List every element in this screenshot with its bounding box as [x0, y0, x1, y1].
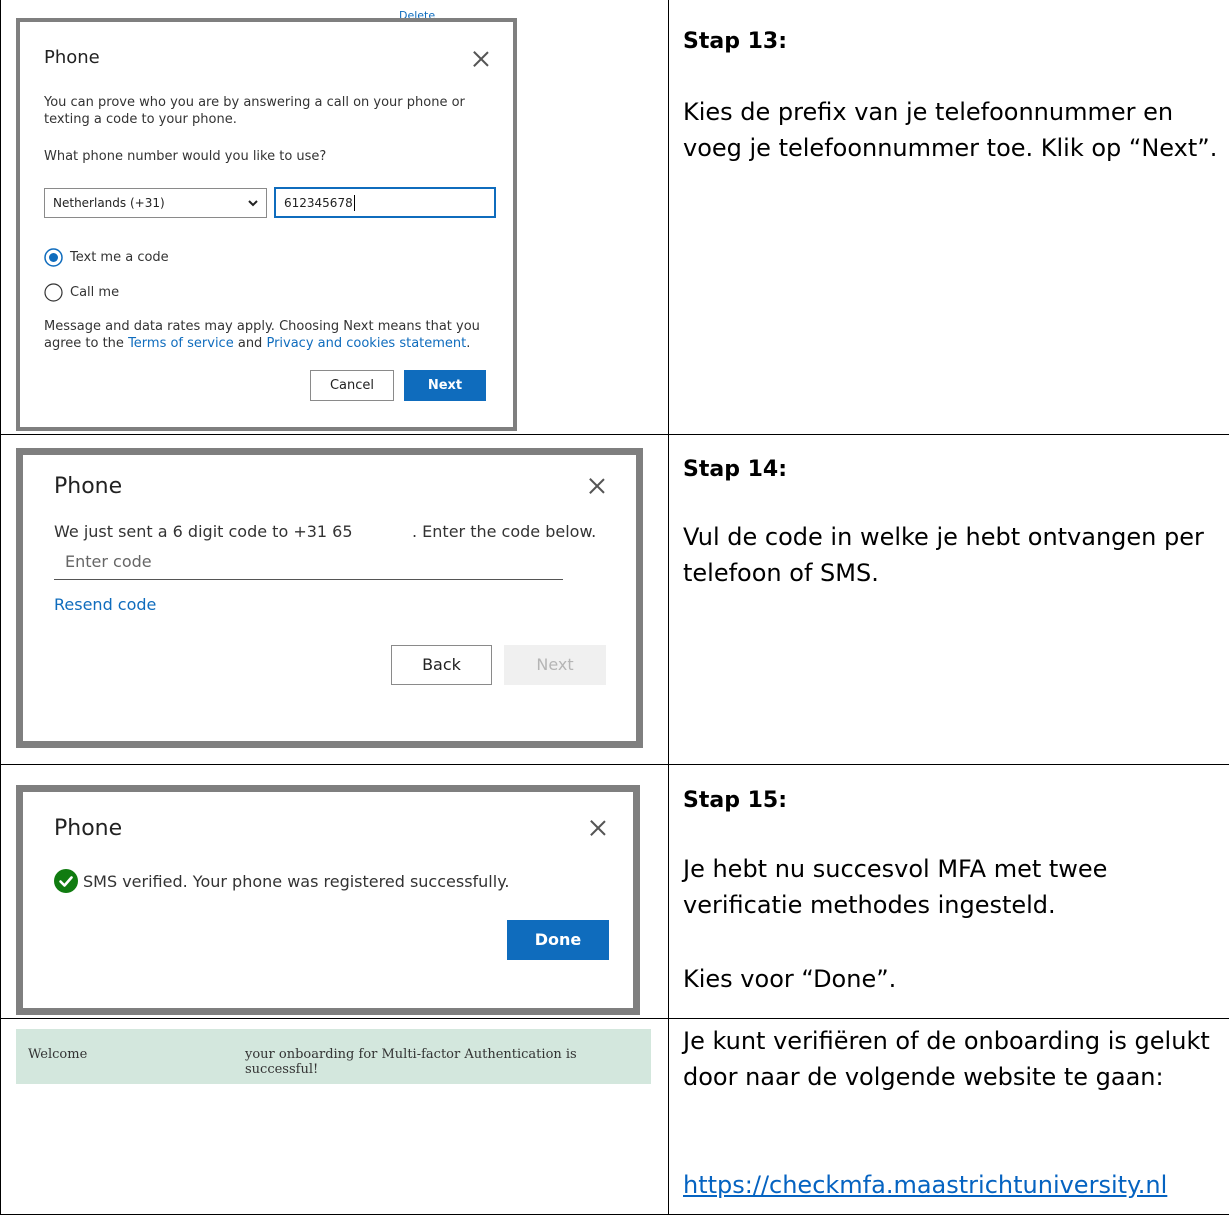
final-body: Je kunt verifiëren of de onboarding is g…	[683, 1023, 1221, 1095]
row-step-15: Phone SMS verified. Your phone was regis…	[1, 764, 1229, 1018]
final-text-cell: Je kunt verifiëren of de onboarding is g…	[669, 1018, 1229, 1214]
radio-text-me[interactable]: Text me a code	[44, 248, 169, 267]
sent-code-text: We just sent a 6 digit code to +31 65	[54, 522, 353, 541]
radio-call-me-label: Call me	[70, 285, 119, 300]
row-final-check: Welcome your onboarding for Multi-factor…	[1, 1018, 1229, 1214]
terms-link[interactable]: Terms of service	[128, 336, 234, 351]
banner-welcome: Welcome	[28, 1047, 87, 1062]
code-input[interactable]: Enter code	[54, 548, 563, 580]
disclaimer-text: Message and data rates may apply. Choosi…	[44, 318, 494, 352]
disclaimer-period: .	[466, 336, 470, 351]
checkmfa-link[interactable]: https://checkmfa.maastrichtuniversity.nl	[683, 1171, 1167, 1199]
step14-heading: Stap 14:	[683, 457, 787, 482]
step15-heading: Stap 15:	[683, 788, 787, 813]
instruction-table: Delete Phone You can prove who you are b…	[0, 0, 1229, 1215]
phone-question: What phone number would you like to use?	[44, 149, 326, 164]
disclaimer-and: and	[234, 336, 267, 351]
banner-message: your onboarding for Multi-factor Authent…	[245, 1047, 651, 1077]
step14-text-cell: Stap 14: Vul de code in welke je hebt on…	[669, 434, 1229, 764]
final-link-wrap: https://checkmfa.maastrichtuniversity.nl	[683, 1167, 1221, 1203]
dialog-intro: You can prove who you are by answering a…	[44, 94, 484, 128]
success-check-icon	[54, 869, 78, 893]
next-button-disabled[interactable]: Next	[504, 645, 606, 685]
phone-dialog-step14: Phone We just sent a 6 digit code to +31…	[16, 448, 643, 748]
step13-body: Kies de prefix van je telefoonnummer en …	[683, 94, 1221, 166]
dialog-title: Phone	[44, 47, 100, 68]
dialog-title: Phone	[54, 816, 122, 841]
resend-code-link[interactable]: Resend code	[54, 595, 156, 614]
privacy-link[interactable]: Privacy and cookies statement	[266, 336, 466, 351]
radio-selected-icon	[44, 248, 63, 267]
step13-heading: Stap 13:	[683, 29, 787, 54]
sent-code-text-end: . Enter the code below.	[412, 522, 596, 541]
radio-call-me[interactable]: Call me	[44, 283, 119, 302]
close-icon[interactable]	[472, 50, 486, 64]
row-step-14: Phone We just sent a 6 digit code to +31…	[1, 434, 1229, 764]
country-select[interactable]: Netherlands (+31)	[44, 188, 267, 218]
step13-text-cell: Stap 13: Kies de prefix van je telefoonn…	[669, 0, 1229, 434]
phone-dialog-step15: Phone SMS verified. Your phone was regis…	[16, 785, 640, 1015]
step15-image-cell: Phone SMS verified. Your phone was regis…	[1, 764, 669, 1018]
row-step-13: Delete Phone You can prove who you are b…	[1, 0, 1229, 434]
step14-image-cell: Phone We just sent a 6 digit code to +31…	[1, 434, 669, 764]
radio-unselected-icon	[44, 283, 63, 302]
next-button[interactable]: Next	[404, 370, 486, 401]
code-placeholder: Enter code	[65, 552, 152, 571]
step15-body-2: Kies voor “Done”.	[683, 961, 1221, 997]
done-button[interactable]: Done	[507, 920, 609, 960]
text-cursor	[354, 195, 355, 211]
radio-text-me-label: Text me a code	[70, 250, 169, 265]
step15-text-cell: Stap 15: Je hebt nu succesvol MFA met tw…	[669, 764, 1229, 1018]
back-button[interactable]: Back	[391, 645, 492, 685]
phone-number-value: 612345678	[284, 196, 353, 210]
step13-image-cell: Delete Phone You can prove who you are b…	[1, 0, 669, 434]
partial-delete-link: Delete	[399, 10, 435, 18]
close-icon[interactable]	[589, 819, 607, 837]
step14-body: Vul de code in welke je hebt ontvangen p…	[683, 519, 1221, 591]
verified-message: SMS verified. Your phone was registered …	[83, 872, 509, 891]
onboarding-success-banner: Welcome your onboarding for Multi-factor…	[16, 1029, 651, 1084]
phone-number-input[interactable]: 612345678	[274, 187, 496, 218]
close-icon[interactable]	[588, 477, 606, 495]
dialog-title: Phone	[54, 474, 122, 499]
phone-dialog-step13: Phone You can prove who you are by answe…	[16, 18, 517, 431]
cancel-button[interactable]: Cancel	[310, 370, 394, 401]
chevron-down-icon	[248, 200, 258, 207]
country-value: Netherlands (+31)	[53, 196, 165, 210]
final-image-cell: Welcome your onboarding for Multi-factor…	[1, 1018, 669, 1214]
step15-body-1: Je hebt nu succesvol MFA met twee verifi…	[683, 851, 1221, 923]
